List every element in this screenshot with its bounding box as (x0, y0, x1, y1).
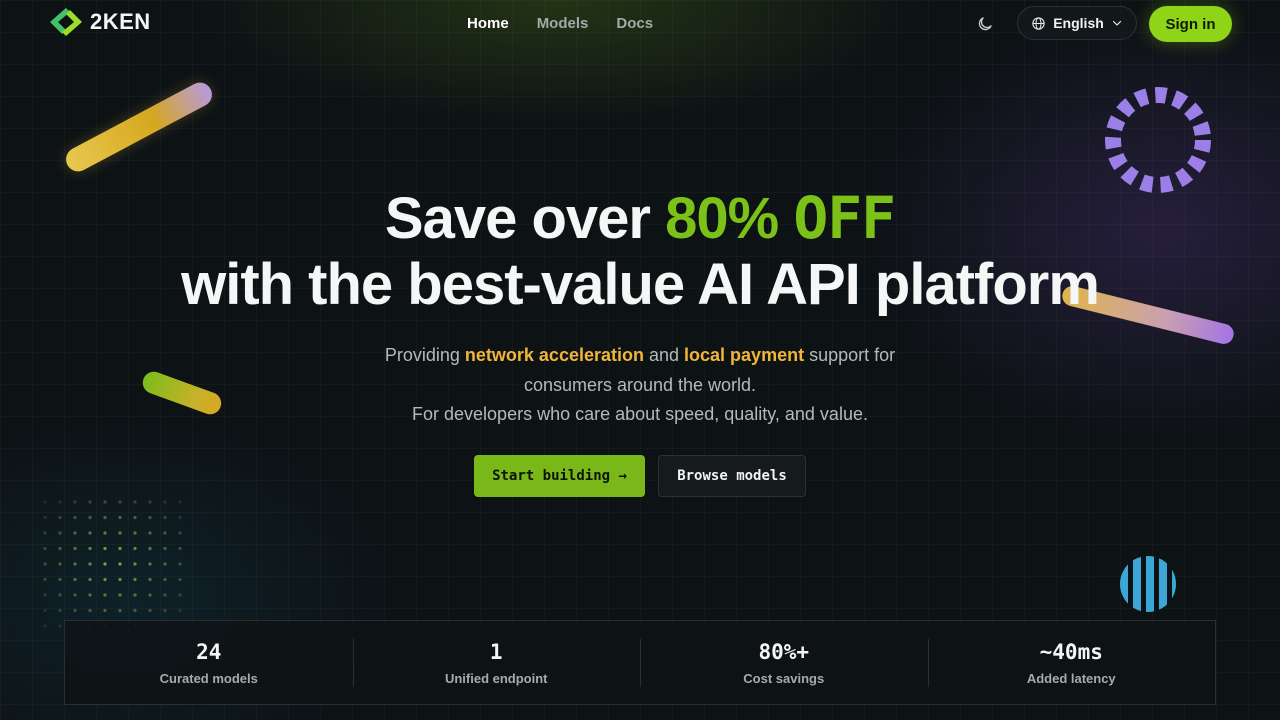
chevron-down-icon (1112, 20, 1121, 26)
sign-in-button[interactable]: Sign in (1149, 6, 1232, 42)
stat-item: 80%+ Cost savings (640, 621, 928, 704)
stat-value: 24 (196, 640, 222, 664)
decorative-striped-circle (1120, 556, 1176, 612)
stat-label: Added latency (1026, 671, 1116, 686)
hero-title-prefix: Save over (384, 186, 666, 251)
stat-label: Curated models (159, 671, 258, 686)
logo-text: 2KEN (90, 9, 151, 34)
language-selector[interactable]: English (1017, 6, 1137, 40)
subtitle-highlight: local payment (684, 345, 805, 365)
brand-logo[interactable]: 2KEN (48, 6, 151, 38)
hero-title: Save over 80% OFF with the best-value AI… (0, 185, 1280, 318)
language-label: English (1053, 15, 1104, 31)
hero-title-accent-suffix: OFF (793, 184, 896, 252)
hero-title-line2: with the best-value AI API platform (181, 252, 1100, 317)
stat-item: ~40ms Added latency (927, 621, 1216, 704)
decorative-dot-grid (40, 496, 188, 628)
start-building-button[interactable]: Start building → (474, 455, 645, 497)
stat-value: 1 (489, 640, 503, 664)
browse-models-button[interactable]: Browse models (658, 455, 806, 497)
nav-home[interactable]: Home (467, 15, 509, 32)
top-navigation-bar: 2KEN Home Models Docs English Sign in (0, 0, 1280, 48)
globe-icon (1032, 16, 1045, 30)
stat-item: 1 Unified endpoint (352, 621, 641, 704)
moon-icon (978, 17, 992, 31)
hero-section: Save over 80% OFF with the best-value AI… (0, 185, 1280, 318)
hero-subtitle: Providing network acceleration and local… (340, 341, 940, 430)
subtitle-highlight: network acceleration (464, 345, 644, 365)
stat-value: 80%+ (758, 640, 810, 664)
decorative-dashed-ring (1105, 87, 1211, 193)
nav-models[interactable]: Models (537, 15, 589, 32)
theme-toggle-button[interactable] (972, 11, 998, 37)
subtitle-text: and (643, 345, 685, 365)
main-nav: Home Models Docs (467, 15, 653, 32)
stats-bar: 24 Curated models 1 Unified endpoint 80%… (64, 620, 1216, 705)
stat-value: ~40ms (1039, 640, 1103, 664)
hero-title-accent: 80% (665, 186, 779, 251)
logo-mark-icon (50, 8, 82, 36)
nav-docs[interactable]: Docs (616, 15, 653, 32)
stat-item: 24 Curated models (65, 621, 353, 704)
stat-label: Unified endpoint (444, 671, 548, 686)
stat-label: Cost savings (743, 671, 825, 686)
subtitle-text: Providing (384, 345, 465, 365)
subtitle-line2: For developers who care about speed, qua… (412, 404, 868, 424)
